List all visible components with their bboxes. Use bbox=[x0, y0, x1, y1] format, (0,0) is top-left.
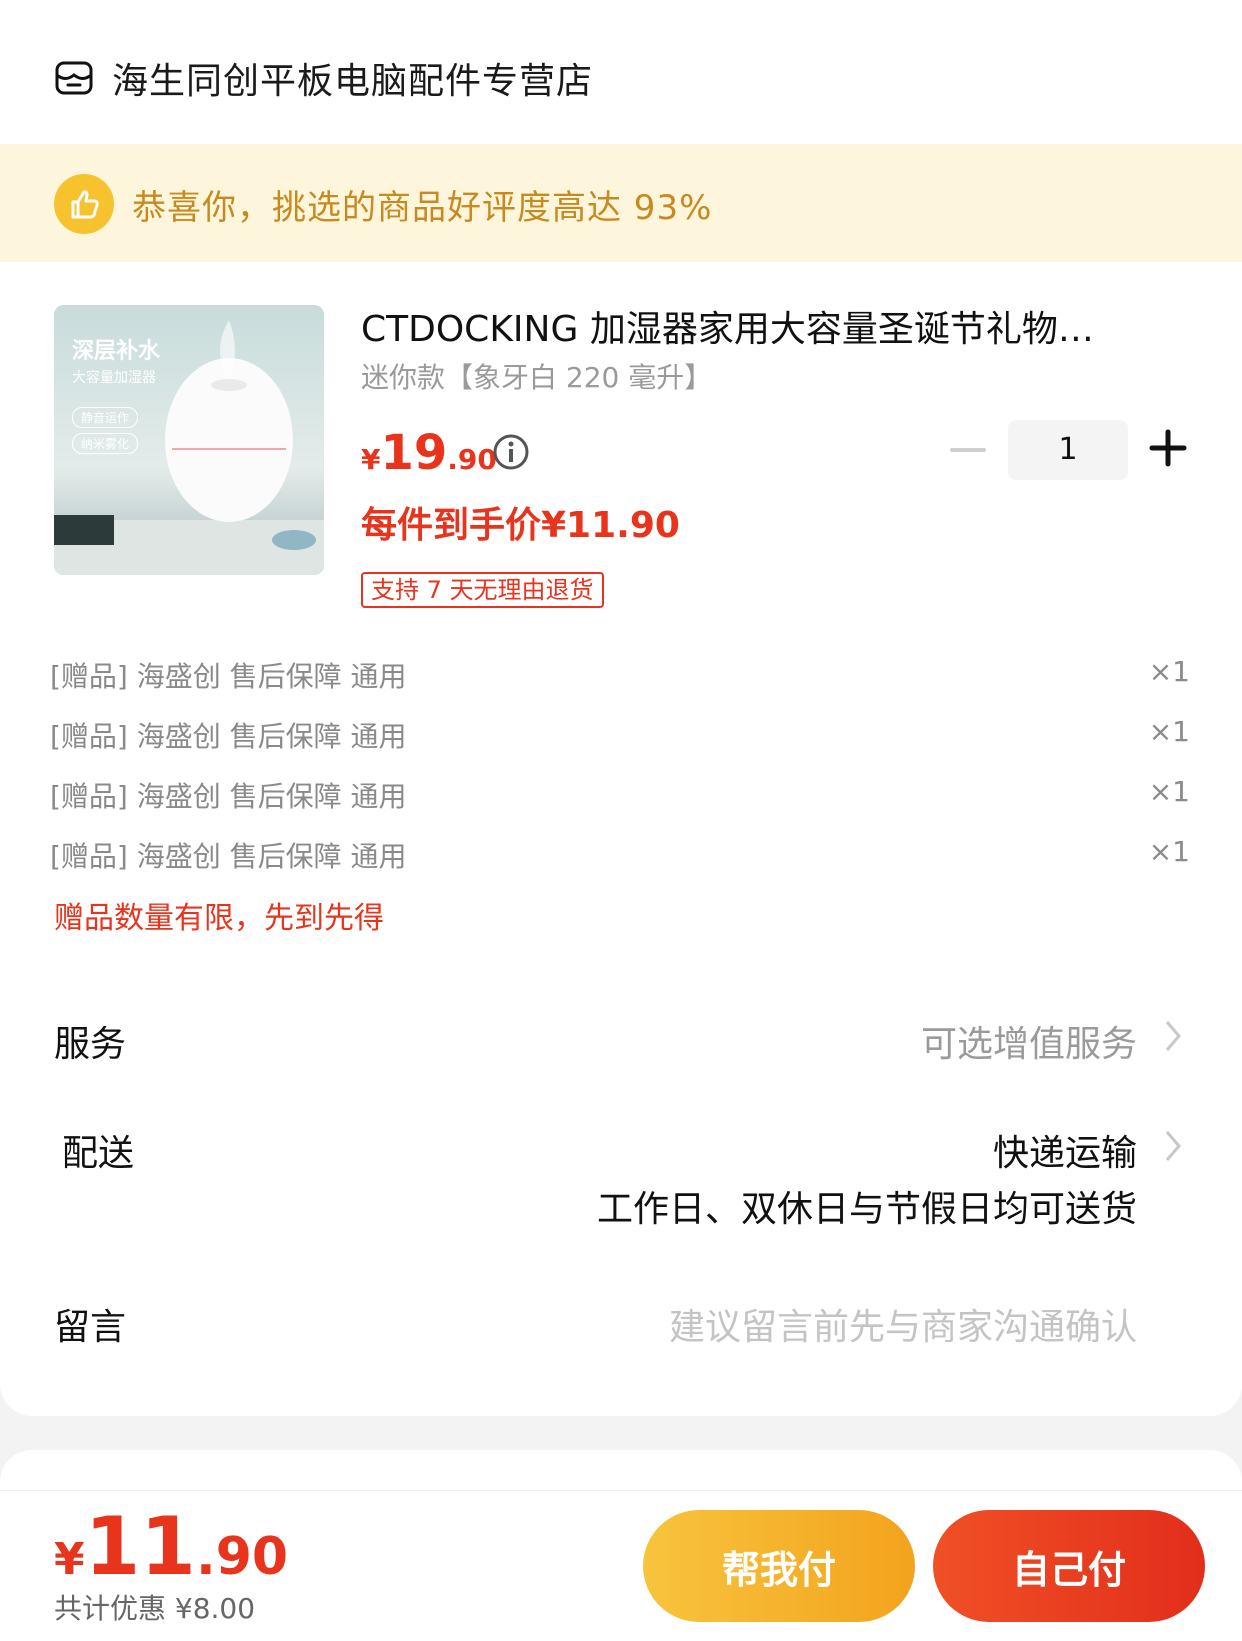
store-icon bbox=[55, 61, 93, 95]
thumbs-up-icon bbox=[54, 174, 114, 234]
gift-label: [赠品] 海盛创 售后保障 通用 bbox=[50, 660, 407, 693]
gift-label: [赠品] 海盛创 售后保障 通用 bbox=[50, 720, 407, 753]
price-integer: 19 bbox=[380, 425, 448, 481]
image-headline: 深层补水 bbox=[72, 339, 161, 364]
total-decimal: .90 bbox=[195, 1527, 289, 1587]
currency-symbol: ¥ bbox=[54, 1534, 85, 1585]
image-tag: 静音运作 bbox=[72, 407, 139, 428]
shop-header[interactable]: 海生同创平板电脑配件专营店 bbox=[54, 52, 593, 104]
message-label: 留言 bbox=[54, 1307, 127, 1348]
quantity-input[interactable]: 1 bbox=[1008, 420, 1128, 480]
return-policy-badge: 支持 7 天无理由退货 bbox=[361, 572, 604, 608]
gift-label: [赠品] 海盛创 售后保障 通用 bbox=[50, 840, 407, 873]
image-tag: 纳米雾化 bbox=[72, 433, 139, 454]
chevron-right-icon[interactable] bbox=[1163, 1128, 1183, 1164]
product-variant[interactable]: 迷你款【象牙白 220 毫升】 bbox=[361, 356, 712, 396]
delivery-note: 工作日、双休日与节假日均可送货 bbox=[596, 1189, 1137, 1230]
gift-item: [赠品] 海盛创 售后保障 通用 ×1 bbox=[50, 715, 1190, 755]
gift-quantity: ×1 bbox=[1148, 775, 1190, 808]
shop-name[interactable]: 海生同创平板电脑配件专营店 bbox=[112, 52, 593, 104]
product-price: ¥19.90 bbox=[361, 425, 497, 481]
delivery-label: 配送 bbox=[62, 1133, 135, 1174]
gift-quantity: ×1 bbox=[1148, 835, 1190, 868]
service-label: 服务 bbox=[54, 1024, 127, 1065]
gift-quantity: ×1 bbox=[1148, 715, 1190, 748]
gift-item: [赠品] 海盛创 售后保障 通用 ×1 bbox=[50, 835, 1190, 875]
rating-banner: 恭喜你，挑选的商品好评度高达 93% bbox=[0, 144, 1242, 262]
pay-myself-button[interactable]: 自己付 bbox=[933, 1510, 1205, 1622]
delivery-method[interactable]: 快递运输 bbox=[993, 1124, 1137, 1176]
help-me-pay-button[interactable]: 帮我付 bbox=[643, 1510, 915, 1622]
total-integer: 11 bbox=[84, 1500, 196, 1593]
price-decimal: .90 bbox=[447, 443, 497, 476]
total-discount: 共计优惠 ¥8.00 bbox=[54, 1592, 256, 1625]
gift-item: [赠品] 海盛创 售后保障 通用 ×1 bbox=[50, 655, 1190, 695]
chevron-right-icon[interactable] bbox=[1163, 1018, 1183, 1054]
final-unit-price: 每件到手价¥11.90 bbox=[361, 505, 680, 546]
gift-quantity: ×1 bbox=[1148, 655, 1190, 688]
rating-text: 恭喜你，挑选的商品好评度高达 93% bbox=[132, 188, 713, 228]
product-image[interactable]: 深层补水 大容量加湿器 静音运作 纳米雾化 bbox=[54, 305, 324, 575]
info-icon[interactable] bbox=[492, 433, 530, 471]
currency-symbol: ¥ bbox=[361, 443, 381, 476]
message-input[interactable]: 建议留言前先与商家沟通确认 bbox=[669, 1298, 1137, 1350]
service-value[interactable]: 可选增值服务 bbox=[921, 1015, 1137, 1067]
gift-item: [赠品] 海盛创 售后保障 通用 ×1 bbox=[50, 775, 1190, 815]
decrease-quantity-button[interactable] bbox=[950, 430, 986, 470]
total-price: ¥11.90 bbox=[54, 1500, 288, 1593]
product-title[interactable]: CTDOCKING 加湿器家用大容量圣诞节礼物… bbox=[361, 300, 1161, 352]
gift-label: [赠品] 海盛创 售后保障 通用 bbox=[50, 780, 407, 813]
increase-quantity-button[interactable] bbox=[1148, 428, 1188, 468]
image-subtitle: 大容量加湿器 bbox=[72, 370, 156, 386]
gift-limit-note: 赠品数量有限，先到先得 bbox=[54, 901, 384, 936]
